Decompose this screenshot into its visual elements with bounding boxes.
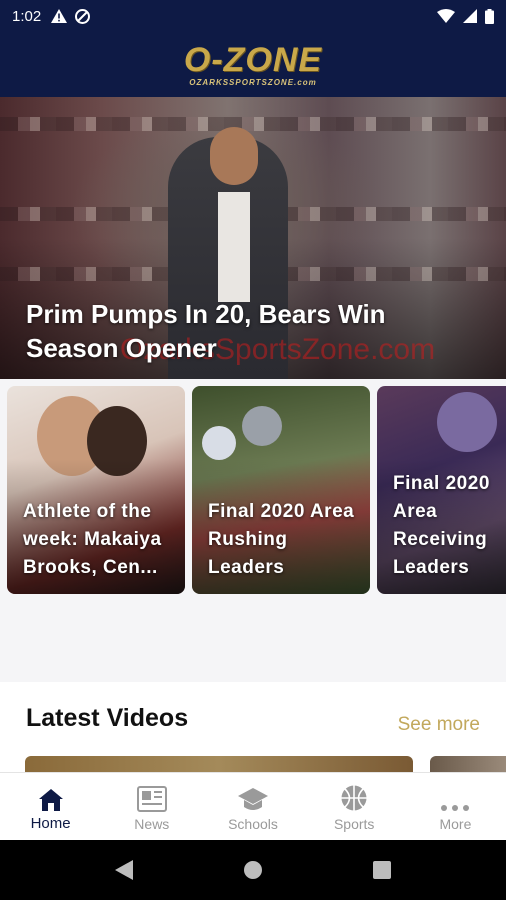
app-header: O-ZONE OZARKSSPORTSZONE.com bbox=[0, 32, 506, 97]
story-card[interactable]: Final 2020 Area Rushing Leaders bbox=[192, 386, 370, 594]
home-circle-icon[interactable] bbox=[243, 860, 263, 880]
nav-label: More bbox=[439, 815, 472, 832]
ozone-logo[interactable]: O-ZONE OZARKSSPORTSZONE.com bbox=[184, 43, 322, 87]
android-navigation-bar bbox=[0, 840, 506, 900]
more-icon bbox=[441, 804, 470, 811]
nav-label: Schools bbox=[228, 815, 278, 832]
nav-item-schools[interactable]: Schools bbox=[202, 773, 303, 840]
no-disturb-icon bbox=[75, 8, 91, 24]
back-icon[interactable] bbox=[115, 860, 133, 880]
logo-sub-text: OZARKSSPORTSZONE.com bbox=[189, 77, 317, 87]
hero-photo-shirt bbox=[218, 192, 250, 302]
latest-videos-section: Latest Videos See more bbox=[0, 682, 506, 772]
latest-videos-title: Latest Videos bbox=[26, 704, 189, 732]
nav-item-news[interactable]: News bbox=[101, 773, 202, 840]
hero-crowd-decoration bbox=[0, 117, 506, 131]
logo-main-text: O-ZONE bbox=[183, 40, 323, 79]
schools-icon bbox=[238, 787, 268, 810]
status-time: 1:02 bbox=[12, 7, 42, 25]
wifi-icon bbox=[437, 9, 455, 23]
nav-item-sports[interactable]: Sports bbox=[304, 773, 405, 840]
recents-icon[interactable] bbox=[373, 861, 391, 879]
home-icon bbox=[38, 789, 63, 811]
nav-item-more[interactable]: More bbox=[405, 773, 506, 840]
nav-label: News bbox=[134, 815, 170, 832]
story-card-title: Final 2020 Area Receiving Leaders bbox=[393, 473, 490, 578]
video-thumbnail[interactable] bbox=[430, 756, 506, 772]
see-more-link[interactable]: See more bbox=[398, 714, 480, 736]
story-card[interactable]: Athlete of the week: Makaiya Brooks, Cen… bbox=[7, 386, 185, 594]
hero-photo-head bbox=[210, 127, 258, 185]
video-thumbnail[interactable] bbox=[25, 756, 413, 772]
battery-icon bbox=[485, 8, 494, 24]
sports-icon bbox=[341, 785, 367, 810]
nav-label: Home bbox=[30, 815, 71, 832]
signal-icon bbox=[463, 9, 477, 23]
bottom-navigation: Home News Schools Sports More bbox=[0, 772, 506, 840]
news-icon bbox=[136, 785, 167, 812]
nav-item-home[interactable]: Home bbox=[0, 773, 101, 840]
nav-label: Sports bbox=[333, 815, 375, 832]
story-cards-carousel[interactable]: Athlete of the week: Makaiya Brooks, Cen… bbox=[0, 379, 506, 682]
warning-icon bbox=[51, 9, 68, 23]
hero-title: Prim Pumps In 20, Bears Win Season Opene… bbox=[26, 299, 386, 363]
status-bar: 1:02 bbox=[0, 0, 506, 32]
story-card-title: Final 2020 Area Rushing Leaders bbox=[208, 501, 355, 578]
story-card-title: Athlete of the week: Makaiya Brooks, Cen… bbox=[23, 501, 162, 578]
story-card[interactable]: Final 2020 Area Receiving Leaders bbox=[377, 386, 506, 594]
hero-story[interactable]: OzarksSportsZone.com Prim Pumps In 20, B… bbox=[0, 97, 506, 379]
